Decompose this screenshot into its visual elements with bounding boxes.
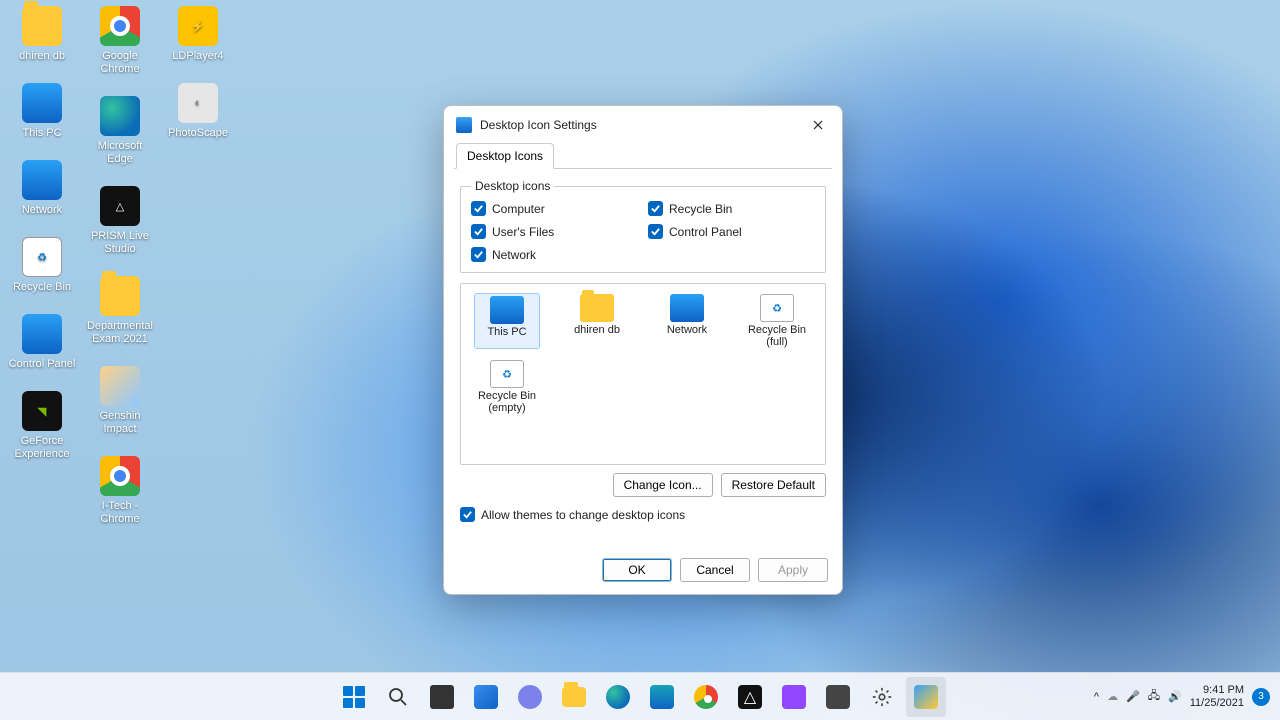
desktop-icon-user-folder[interactable]: dhiren db <box>6 6 78 63</box>
twitch-button[interactable] <box>774 677 814 717</box>
chat-icon <box>518 685 542 709</box>
start-button[interactable] <box>334 677 374 717</box>
desktop-icons-group: Desktop icons Computer Recycle Bin User'… <box>460 179 826 273</box>
network-icon <box>670 294 704 322</box>
settings-button[interactable] <box>862 677 902 717</box>
taskbar-center: △ <box>334 677 946 717</box>
group-legend: Desktop icons <box>471 179 554 193</box>
task-view-button[interactable] <box>422 677 462 717</box>
clock-date: 11/25/2021 <box>1190 697 1244 710</box>
widgets-button[interactable] <box>466 677 506 717</box>
system-tray: ^ ☁ 🎤 🖧 🔊 9:41 PM 11/25/2021 3 <box>1094 684 1280 710</box>
gear-icon <box>871 686 893 708</box>
desktop-icon-geforce[interactable]: ◥GeForce Experience <box>6 391 78 461</box>
task-view-icon <box>430 685 454 709</box>
notification-badge[interactable]: 3 <box>1252 688 1270 706</box>
dialog-app-icon <box>456 117 472 133</box>
desktop-icon-network[interactable]: Network <box>6 160 78 217</box>
tray-mic-icon[interactable]: 🎤 <box>1126 690 1140 703</box>
desktop-icon-control-panel[interactable]: Control Panel <box>6 314 78 371</box>
chrome-button[interactable] <box>686 677 726 717</box>
video-icon <box>826 685 850 709</box>
preview-recycle-empty[interactable]: ♻ Recycle Bin (empty) <box>475 360 539 414</box>
folder-icon <box>580 294 614 322</box>
video-button[interactable] <box>818 677 858 717</box>
dialog-titlebar[interactable]: Desktop Icon Settings <box>444 106 842 142</box>
desktop-icon-chrome[interactable]: Google Chrome <box>84 6 156 76</box>
checkmark-icon <box>648 224 663 239</box>
prism-button[interactable]: △ <box>730 677 770 717</box>
chrome-icon <box>694 685 718 709</box>
prism-icon: △ <box>738 685 762 709</box>
checkbox-computer[interactable]: Computer <box>471 201 638 216</box>
desktop-icon-prism[interactable]: △PRISM Live Studio <box>84 186 156 256</box>
checkbox-control-panel[interactable]: Control Panel <box>648 224 815 239</box>
tab-desktop-icons[interactable]: Desktop Icons <box>456 143 554 169</box>
checkmark-icon <box>471 201 486 216</box>
store-icon <box>650 685 674 709</box>
recycle-bin-empty-icon: ♻ <box>490 360 524 388</box>
explorer-button[interactable] <box>554 677 594 717</box>
checkmark-icon <box>460 507 475 522</box>
search-icon <box>388 687 408 707</box>
twitch-icon <box>782 685 806 709</box>
windows-logo-icon <box>343 686 365 708</box>
tray-chevron[interactable]: ^ <box>1094 691 1099 703</box>
clock-time: 9:41 PM <box>1190 684 1244 697</box>
restore-default-button[interactable]: Restore Default <box>721 473 826 497</box>
close-icon <box>813 120 823 130</box>
chat-button[interactable] <box>510 677 550 717</box>
checkmark-icon <box>648 201 663 216</box>
checkbox-users-files[interactable]: User's Files <box>471 224 638 239</box>
desktop-icon-itech-chrome[interactable]: I-Tech - Chrome <box>84 456 156 526</box>
dialog-footer: OK Cancel Apply <box>444 548 842 594</box>
icon-preview-list: This PC dhiren db Network ♻ Recycle Bin … <box>460 283 826 465</box>
preview-network[interactable]: Network <box>655 294 719 348</box>
dialog-title: Desktop Icon Settings <box>480 118 597 132</box>
desktop-icon-grid: dhiren db This PC Network ♻Recycle Bin C… <box>6 6 234 526</box>
ok-button[interactable]: OK <box>602 558 672 582</box>
desktop-icon-genshin[interactable]: Genshin Impact <box>84 366 156 436</box>
tray-network-icon[interactable]: 🖧 <box>1148 687 1160 706</box>
edge-button[interactable] <box>598 677 638 717</box>
personalization-icon <box>914 685 938 709</box>
settings-app-button[interactable] <box>906 677 946 717</box>
checkmark-icon <box>471 247 486 262</box>
dialog-tabs: Desktop Icons <box>444 142 842 168</box>
desktop-icon-photoscape[interactable]: ◐PhotoScape <box>162 83 234 140</box>
recycle-bin-full-icon: ♻ <box>760 294 794 322</box>
tray-onedrive-icon[interactable]: ☁ <box>1107 690 1118 703</box>
preview-user-folder[interactable]: dhiren db <box>565 294 629 348</box>
tray-volume-icon[interactable]: 🔊 <box>1168 690 1182 703</box>
change-icon-button[interactable]: Change Icon... <box>613 473 713 497</box>
taskbar-clock[interactable]: 9:41 PM 11/25/2021 <box>1190 684 1244 710</box>
preview-this-pc[interactable]: This PC <box>475 294 539 348</box>
desktop-icon-dept-exam[interactable]: Departmental Exam 2021 <box>84 276 156 346</box>
store-button[interactable] <box>642 677 682 717</box>
apply-button[interactable]: Apply <box>758 558 828 582</box>
preview-recycle-full[interactable]: ♻ Recycle Bin (full) <box>745 294 809 348</box>
desktop-icon-ldplayer[interactable]: ⚡LDPlayer4 <box>162 6 234 63</box>
taskbar: △ ^ ☁ 🎤 🖧 🔊 9:41 PM 11/25/2021 3 <box>0 672 1280 720</box>
desktop-icon-recycle-bin[interactable]: ♻Recycle Bin <box>6 237 78 294</box>
desktop-icon-this-pc[interactable]: This PC <box>6 83 78 140</box>
desktop-icon-settings-dialog: Desktop Icon Settings Desktop Icons Desk… <box>443 105 843 595</box>
search-button[interactable] <box>378 677 418 717</box>
folder-icon <box>562 687 586 707</box>
monitor-icon <box>490 296 524 324</box>
checkbox-allow-themes[interactable]: Allow themes to change desktop icons <box>460 507 826 522</box>
edge-icon <box>606 685 630 709</box>
cancel-button[interactable]: Cancel <box>680 558 750 582</box>
checkmark-icon <box>471 224 486 239</box>
close-button[interactable] <box>804 114 832 136</box>
widgets-icon <box>474 685 498 709</box>
desktop-icon-edge[interactable]: Microsoft Edge <box>84 96 156 166</box>
checkbox-recycle-bin[interactable]: Recycle Bin <box>648 201 815 216</box>
checkbox-network[interactable]: Network <box>471 247 638 262</box>
